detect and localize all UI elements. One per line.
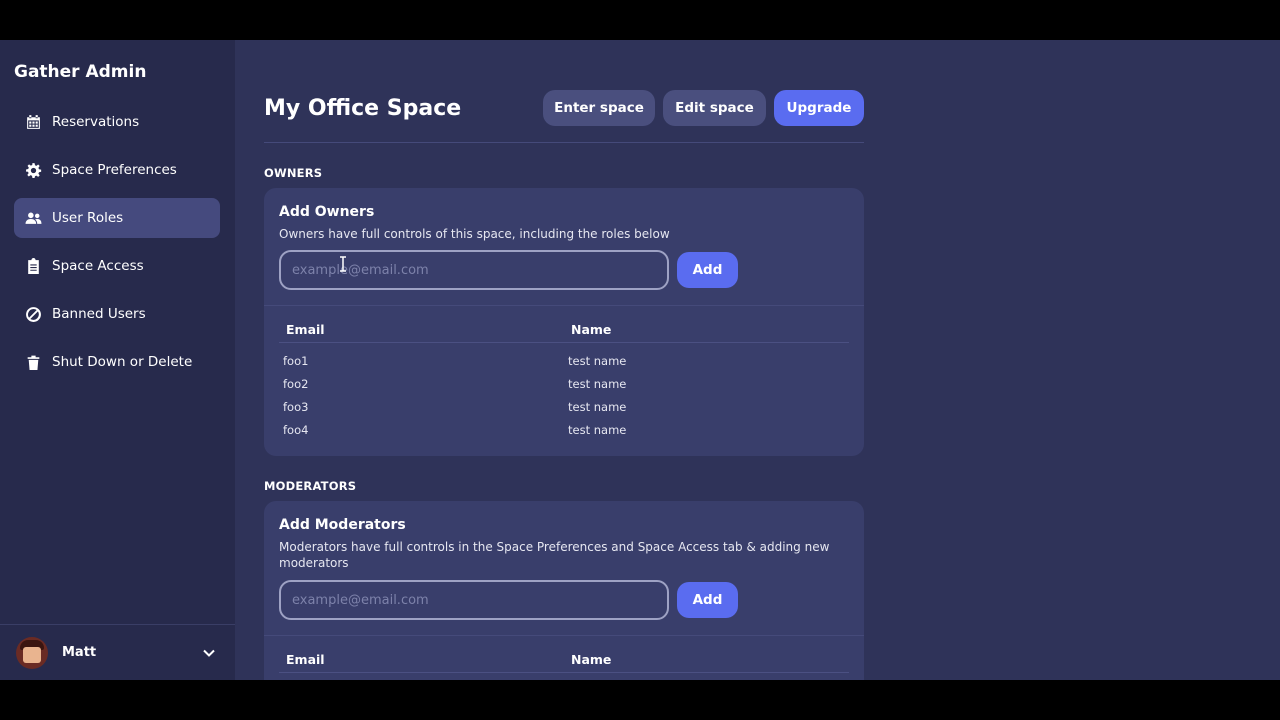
owner-email: foo1 (283, 354, 309, 368)
trash-icon (24, 353, 42, 371)
calendar-icon (24, 113, 42, 131)
add-moderator-button[interactable]: Add (677, 582, 738, 618)
owners-table-header-line (279, 342, 849, 343)
moderators-section-label: MODERATORS (264, 479, 357, 493)
user-menu[interactable]: Matt (0, 624, 235, 680)
owner-email: foo2 (283, 377, 309, 391)
ban-icon (24, 305, 42, 323)
sidebar-item-reservations[interactable]: Reservations (14, 102, 220, 142)
moderators-card-title: Add Moderators (279, 517, 406, 533)
sidebar-item-shut-down-or-delete[interactable]: Shut Down or Delete (14, 342, 220, 382)
owner-email: foo3 (283, 400, 309, 414)
sidebar-nav: Reservations Space Preferences User Role… (14, 102, 220, 390)
upgrade-button[interactable]: Upgrade (774, 90, 864, 126)
page-header: My Office Space Enter space Edit space U… (264, 90, 864, 143)
text-cursor-icon (340, 256, 346, 272)
owners-section-label: OWNERS (264, 166, 323, 180)
moderators-card-description: Moderators have full controls in the Spa… (279, 540, 830, 570)
avatar-face (23, 646, 41, 663)
moderators-table-header-line (279, 672, 849, 673)
user-name: Matt (62, 645, 97, 660)
gear-icon (24, 161, 42, 179)
moderators-card: Add Moderators Moderators have full cont… (264, 501, 864, 680)
moderators-email-input[interactable] (279, 580, 669, 620)
owner-name: test name (568, 400, 627, 414)
sidebar-item-label: Reservations (52, 114, 140, 130)
avatar (16, 636, 48, 669)
sidebar-item-label: Banned Users (52, 306, 146, 322)
admin-app: Gather Admin Reservations Space Preferen… (0, 40, 1280, 680)
owners-card-description: Owners have full controls of this space,… (279, 227, 670, 241)
owners-col-name: Name (571, 322, 612, 337)
enter-space-button[interactable]: Enter space (543, 90, 655, 126)
owner-name: test name (568, 377, 627, 391)
owner-name: test name (568, 354, 627, 368)
users-icon (24, 209, 42, 227)
sidebar-item-label: User Roles (52, 210, 124, 226)
add-owner-button[interactable]: Add (677, 252, 738, 288)
owners-col-email: Email (286, 322, 325, 337)
sidebar-item-space-access[interactable]: Space Access (14, 246, 220, 286)
moderators-col-name: Name (571, 652, 612, 667)
moderators-col-email: Email (286, 652, 325, 667)
moderators-divider (264, 635, 864, 636)
owners-divider (264, 305, 864, 306)
sidebar: Gather Admin Reservations Space Preferen… (0, 40, 235, 680)
brand-title: Gather Admin (14, 62, 147, 82)
edit-space-button[interactable]: Edit space (663, 90, 766, 126)
sidebar-item-space-preferences[interactable]: Space Preferences (14, 150, 220, 190)
owner-name: test name (568, 423, 627, 437)
sidebar-item-label: Space Preferences (52, 162, 177, 178)
sidebar-item-user-roles[interactable]: User Roles (14, 198, 220, 238)
clipboard-icon (24, 257, 42, 275)
page-title: My Office Space (264, 96, 462, 121)
sidebar-item-label: Shut Down or Delete (52, 354, 193, 370)
owners-card: Add Owners Owners have full controls of … (264, 188, 864, 456)
chevron-down-icon[interactable] (201, 645, 217, 661)
owners-card-title: Add Owners (279, 204, 375, 220)
sidebar-item-label: Space Access (52, 258, 144, 274)
sidebar-item-banned-users[interactable]: Banned Users (14, 294, 220, 334)
owner-email: foo4 (283, 423, 309, 437)
